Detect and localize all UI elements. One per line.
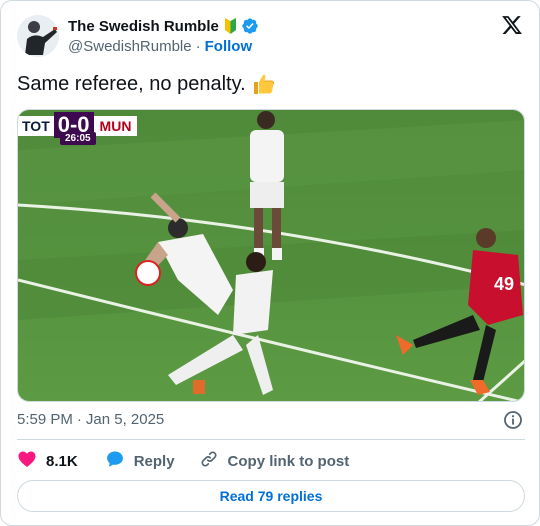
handle-separator: · [195, 37, 201, 55]
copy-link-button[interactable]: Copy link to post [199, 449, 350, 473]
reply-button[interactable]: Reply [105, 449, 175, 473]
like-count: 8.1K [46, 452, 78, 470]
match-clock: 26:05 [60, 132, 96, 145]
post-media-image[interactable]: 49 TOT 0-0 MUN 26:05 [17, 109, 525, 402]
attacker-shirt-number: 49 [494, 274, 514, 294]
post-timestamp[interactable]: 5:59 PM · Jan 5, 2025 [17, 409, 525, 429]
post-time: 5:59 PM [17, 410, 73, 428]
author-display-name[interactable]: The Swedish Rumble [68, 18, 219, 35]
author-avatar[interactable] [17, 15, 59, 57]
post-text: Same referee, no penalty. [17, 73, 246, 95]
link-icon [199, 449, 219, 473]
heart-icon [17, 449, 37, 473]
reply-label: Reply [133, 452, 175, 470]
embedded-post-card: The Swedish Rumble @SwedishRumble · Foll… [0, 0, 540, 526]
beginner-badge-icon [224, 17, 237, 35]
home-team-code: TOT [18, 116, 54, 136]
thumbs-up-icon [252, 72, 276, 96]
author-name-row: The Swedish Rumble [68, 16, 259, 36]
like-button[interactable]: 8.1K [17, 449, 78, 473]
copy-link-label: Copy link to post [227, 452, 350, 470]
read-replies-button[interactable]: Read 79 replies [17, 480, 525, 512]
divider [17, 439, 525, 440]
away-team-code: MUN [93, 116, 138, 136]
post-text-row: Same referee, no penalty. [17, 71, 276, 97]
timestamp-separator: · [76, 410, 82, 428]
reply-bubble-icon [105, 449, 125, 473]
info-icon[interactable] [503, 410, 523, 430]
author-handle-row: @SwedishRumble · Follow [68, 36, 252, 56]
read-replies-label: Read 79 replies [219, 488, 323, 504]
post-date: Jan 5, 2025 [85, 410, 165, 428]
verified-badge-icon[interactable] [241, 17, 259, 35]
author-handle[interactable]: @SwedishRumble [68, 38, 192, 55]
follow-link[interactable]: Follow [205, 38, 253, 55]
x-logo-icon[interactable] [501, 14, 523, 36]
post-actions-bar: 8.1K Reply Copy link to post [17, 449, 349, 473]
